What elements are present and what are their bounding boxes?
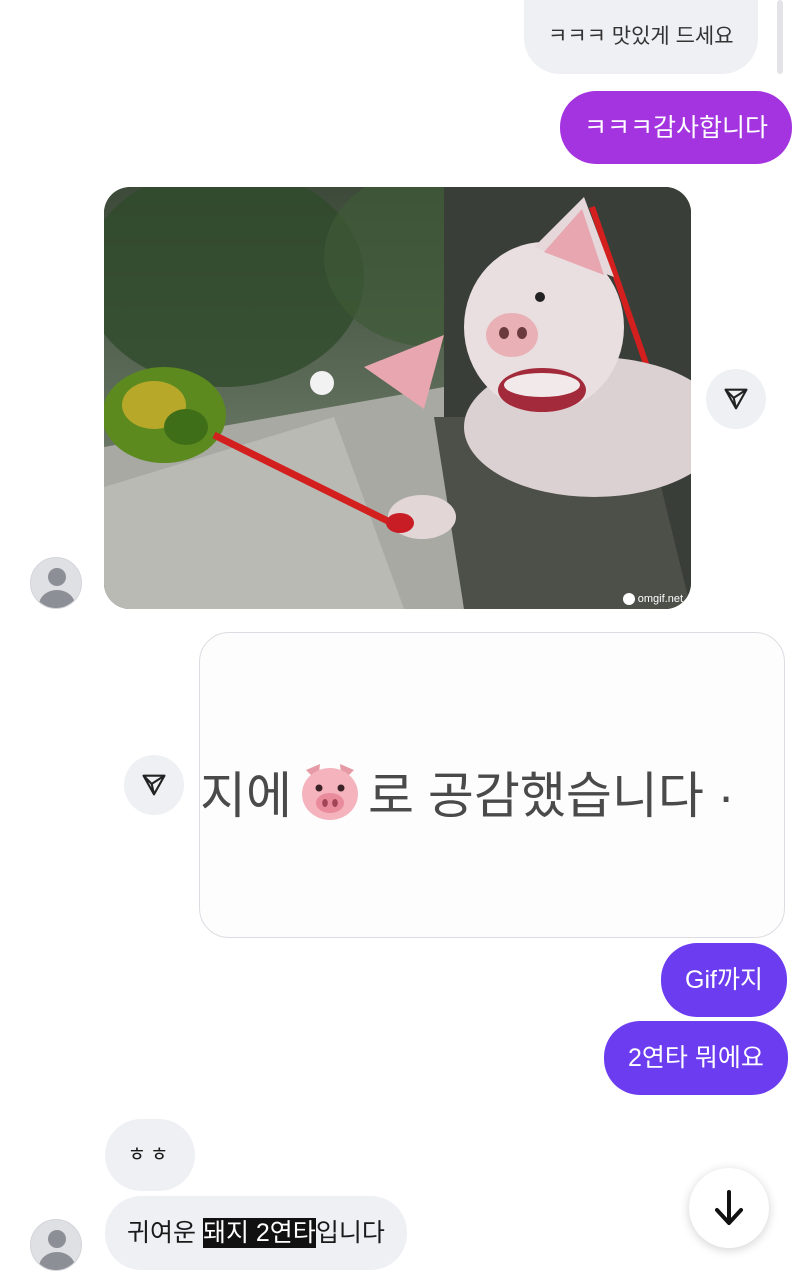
message-text-after: 입니다 [315,1219,385,1247]
scroll-to-bottom-button[interactable] [689,1168,769,1248]
share-icon [142,774,166,796]
message-text: ㅎㅎ [127,1144,173,1166]
arrow-down-icon [715,1190,743,1225]
message-bubble-outgoing[interactable]: ㅋㅋㅋ감사합니다 [560,91,793,164]
message-bubble-incoming[interactable]: ㅎㅎ [105,1119,195,1191]
message-text-before: 귀여운 [127,1219,203,1247]
screenshot-text-line: 지에 로 공감했습니다 · [200,752,734,832]
message-text: Gif까지 [685,966,763,994]
avatar[interactable] [30,1219,82,1271]
screenshot-image-message[interactable]: 지에 로 공감했습니다 · [199,632,785,938]
message-text: 2연타 뭐에요 [628,1044,764,1072]
share-button[interactable] [124,755,184,815]
share-button[interactable] [706,369,766,429]
message-text: ㅋㅋㅋ 맛있게 드세요 [548,25,734,49]
screenshot-text-suffix: 로 공감했습니다 · [368,768,735,824]
message-text: ㅋㅋㅋ감사합니다 [584,113,769,142]
avatar[interactable] [30,557,82,609]
gif-message[interactable]: omgif.net [104,187,691,609]
screenshot-text-prefix: 지에 [200,768,292,824]
scrollbar-thumb[interactable] [777,0,783,74]
watermark-text: omgif.net [637,593,683,605]
message-bubble-outgoing[interactable]: 2연타 뭐에요 [604,1021,788,1095]
gif-watermark: omgif.net [622,593,683,605]
pig-face-emoji-icon [302,764,358,820]
message-bubble-outgoing[interactable]: Gif까지 [661,943,787,1017]
message-bubble-incoming[interactable]: 귀여운 돼지 2연타 입니다 [105,1196,407,1270]
watermark-logo-icon [622,593,635,605]
selected-text-highlight[interactable]: 돼지 2연타 [202,1218,316,1248]
message-bubble-incoming[interactable]: ㅋㅋㅋ 맛있게 드세요 [524,0,758,74]
pig-gif-image [104,187,691,609]
share-icon [724,388,748,410]
